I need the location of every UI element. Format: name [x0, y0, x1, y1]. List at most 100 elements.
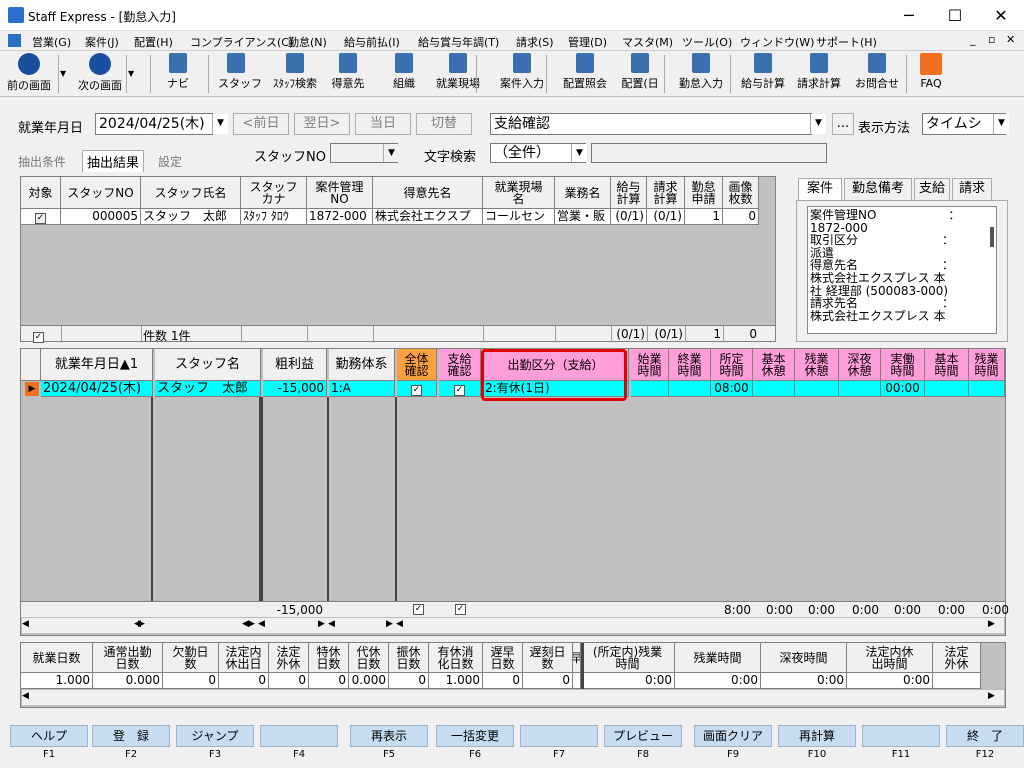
detail-textbox[interactable]: 案件管理NO ： 1872-000 取引区分 ：派遣 得意先名 ：株式会社エクスプレス… — [807, 206, 997, 334]
upper-col-header-8[interactable]: 給与 計算 — [611, 177, 647, 209]
lower-col-header-14[interactable]: 基本 時間 — [925, 349, 969, 381]
mdi-restore-icon[interactable]: ▫ — [988, 33, 995, 46]
lower-h-scrollbar[interactable]: ◀ ◀ ◀ ◀ ◀ ◀ ▶ ▶ ▶ ▶ ▶ — [21, 617, 1005, 634]
upper-cell-4[interactable]: 1872-000 — [307, 209, 373, 225]
toolbar-button-13[interactable]: 請求計算 — [794, 53, 844, 95]
upper-col-header-1[interactable]: スタッフNO — [61, 177, 141, 209]
toolbar-button-14[interactable]: お問合せ — [850, 53, 904, 95]
upper-col-header-11[interactable]: 画像 枚数 — [723, 177, 759, 209]
menu-item-12[interactable]: サポート(H) — [816, 34, 877, 50]
scroll-arrow-icon[interactable]: ▶ — [386, 619, 393, 629]
mdi-close-icon[interactable]: ✕ — [1006, 33, 1015, 46]
display-dropdown-icon[interactable]: ▼ — [993, 114, 1009, 134]
lower-col-header-9[interactable]: 所定 時間 — [711, 349, 753, 381]
payment-confirm-checkbox[interactable]: ✓ — [454, 385, 465, 396]
lower-col-header-0[interactable]: 就業年月日▲1 — [41, 349, 153, 381]
toolbar-button-12[interactable]: 給与計算 — [738, 53, 788, 95]
text-search-dropdown-icon[interactable]: ▼ — [571, 144, 587, 162]
next-day-button[interactable]: 翌日> — [294, 113, 350, 135]
menu-item-5[interactable]: 給与前払(I) — [344, 34, 400, 50]
lower-col-header-11[interactable]: 残業 休憩 — [795, 349, 839, 381]
summary-h-scrollbar[interactable]: ◀ ▶ — [21, 689, 1005, 706]
overall-confirm-checkbox[interactable]: ✓ — [411, 385, 422, 396]
date-field[interactable]: 2024/04/25(木) — [95, 113, 213, 135]
lower-col-header-13[interactable]: 実働 時間 — [881, 349, 925, 381]
toggle-button[interactable]: 切替 — [416, 113, 472, 135]
upper-cell-8[interactable]: (0/1) — [611, 209, 647, 225]
menu-item-7[interactable]: 請求(S) — [516, 34, 554, 50]
menu-item-11[interactable]: ウィンドウ(W) — [740, 34, 814, 50]
menu-item-8[interactable]: 管理(D) — [568, 34, 607, 50]
lower-col-header-1[interactable]: スタッフ名 — [155, 349, 261, 381]
detail-tab-1[interactable]: 勤怠備考 — [844, 178, 912, 200]
prev-day-button[interactable]: <前日 — [233, 113, 289, 135]
function-key-F2[interactable]: 登 録 — [92, 725, 170, 747]
lower-cell-14[interactable] — [925, 381, 969, 397]
menu-item-2[interactable]: 配置(H) — [134, 34, 173, 50]
upper-cell-11[interactable]: 0 — [723, 209, 759, 225]
mode-dropdown-icon[interactable]: ▼ — [810, 114, 826, 134]
menu-item-4[interactable]: 勤怠(N) — [288, 34, 327, 50]
lower-col-header-5[interactable]: 支給 確認 — [439, 349, 481, 381]
lower-cell-7[interactable] — [631, 381, 669, 397]
toolbar-button-3[interactable]: スタッフ — [218, 53, 262, 95]
detail-tab-0[interactable]: 案件 — [798, 178, 842, 200]
toolbar-button-5[interactable]: 得意先 — [328, 53, 368, 95]
toolbar-button-15[interactable]: FAQ — [916, 53, 946, 95]
lower-cell-8[interactable] — [669, 381, 711, 397]
function-key-F8[interactable]: プレビュー — [604, 725, 682, 747]
mode-ellipsis-button[interactable]: ... — [832, 113, 854, 135]
lower-col-header-4[interactable]: 全体 確認 — [397, 349, 437, 381]
function-key-F7[interactable] — [520, 725, 598, 747]
upper-col-header-5[interactable]: 得意先名 — [373, 177, 483, 209]
target-checkbox[interactable]: ✓ — [35, 213, 46, 224]
function-key-F5[interactable]: 再表示 — [350, 725, 428, 747]
lower-cell-9[interactable]: 08:00 — [711, 381, 753, 397]
scroll-right-icon[interactable]: ▶ — [988, 691, 995, 701]
mdi-minimize-icon[interactable]: _ — [970, 33, 976, 46]
toolbar-button-10[interactable]: 配置(日 — [614, 53, 666, 95]
toolbar-button-6[interactable]: 組織 — [386, 53, 422, 95]
minimize-button[interactable]: ─ — [886, 0, 932, 31]
upper-cell-10[interactable]: 1 — [685, 209, 723, 225]
lower-col-header-3[interactable]: 勤務体系 — [329, 349, 395, 381]
menu-item-3[interactable]: コンプライアンス(C) — [190, 34, 293, 50]
history-dropdown-icon[interactable]: ▼ — [128, 69, 134, 78]
toolbar-button-4[interactable]: ｽﾀｯﾌ検索 — [268, 53, 322, 95]
mode-select[interactable]: 支給確認 — [490, 113, 812, 135]
function-key-F3[interactable]: ジャンプ — [176, 725, 254, 747]
upper-col-header-6[interactable]: 就業現場 名 — [483, 177, 555, 209]
upper-col-header-2[interactable]: スタッフ氏名 — [141, 177, 241, 209]
scroll-arrow-icon[interactable]: ▶ — [318, 619, 325, 629]
lower-cell-13[interactable]: 00:00 — [881, 381, 925, 397]
lower-col-header-12[interactable]: 深夜 休憩 — [839, 349, 881, 381]
close-button[interactable]: ✕ — [978, 0, 1024, 31]
upper-cell-0[interactable]: ✓ — [21, 209, 61, 225]
menu-item-0[interactable]: 営業(G) — [32, 34, 71, 50]
scroll-arrow-icon[interactable]: ◀ — [396, 619, 403, 629]
menu-item-9[interactable]: マスタ(M) — [622, 34, 673, 50]
upper-col-header-9[interactable]: 請求 計算 — [647, 177, 685, 209]
function-key-F4[interactable] — [260, 725, 338, 747]
upper-cell-2[interactable]: スタッフ 太郎 — [141, 209, 241, 225]
upper-cell-1[interactable]: 000005 — [61, 209, 141, 225]
lower-col-header-7[interactable]: 始業 時間 — [631, 349, 669, 381]
scroll-arrow-icon[interactable]: ▶ — [988, 619, 995, 629]
lower-cell-10[interactable] — [753, 381, 795, 397]
upper-col-header-0[interactable]: 対象 — [21, 177, 61, 209]
menu-item-6[interactable]: 給与賞与年調(T) — [418, 34, 499, 50]
history-dropdown-icon[interactable]: ▼ — [60, 69, 66, 78]
lower-col-header-10[interactable]: 基本 休憩 — [753, 349, 795, 381]
upper-cell-7[interactable]: 営業・販 — [555, 209, 611, 225]
toolbar-button-2[interactable]: ナビ — [160, 53, 196, 95]
lower-cell-15[interactable] — [969, 381, 1005, 397]
menu-item-10[interactable]: ツール(O) — [682, 34, 732, 50]
toolbar-button-0[interactable]: 前の画面 — [4, 53, 54, 95]
scroll-arrow-icon[interactable]: ▶ — [138, 619, 145, 629]
upper-cell-5[interactable]: 株式会社エクスプ — [373, 209, 483, 225]
lower-cell-2[interactable]: -15,000 — [263, 381, 327, 397]
function-key-F1[interactable]: ヘルプ — [10, 725, 88, 747]
scroll-arrow-icon[interactable]: ◀ — [328, 619, 335, 629]
tab-extract-results[interactable]: 抽出結果 — [82, 150, 145, 172]
toolbar-button-8[interactable]: 案件入力 — [494, 53, 550, 95]
